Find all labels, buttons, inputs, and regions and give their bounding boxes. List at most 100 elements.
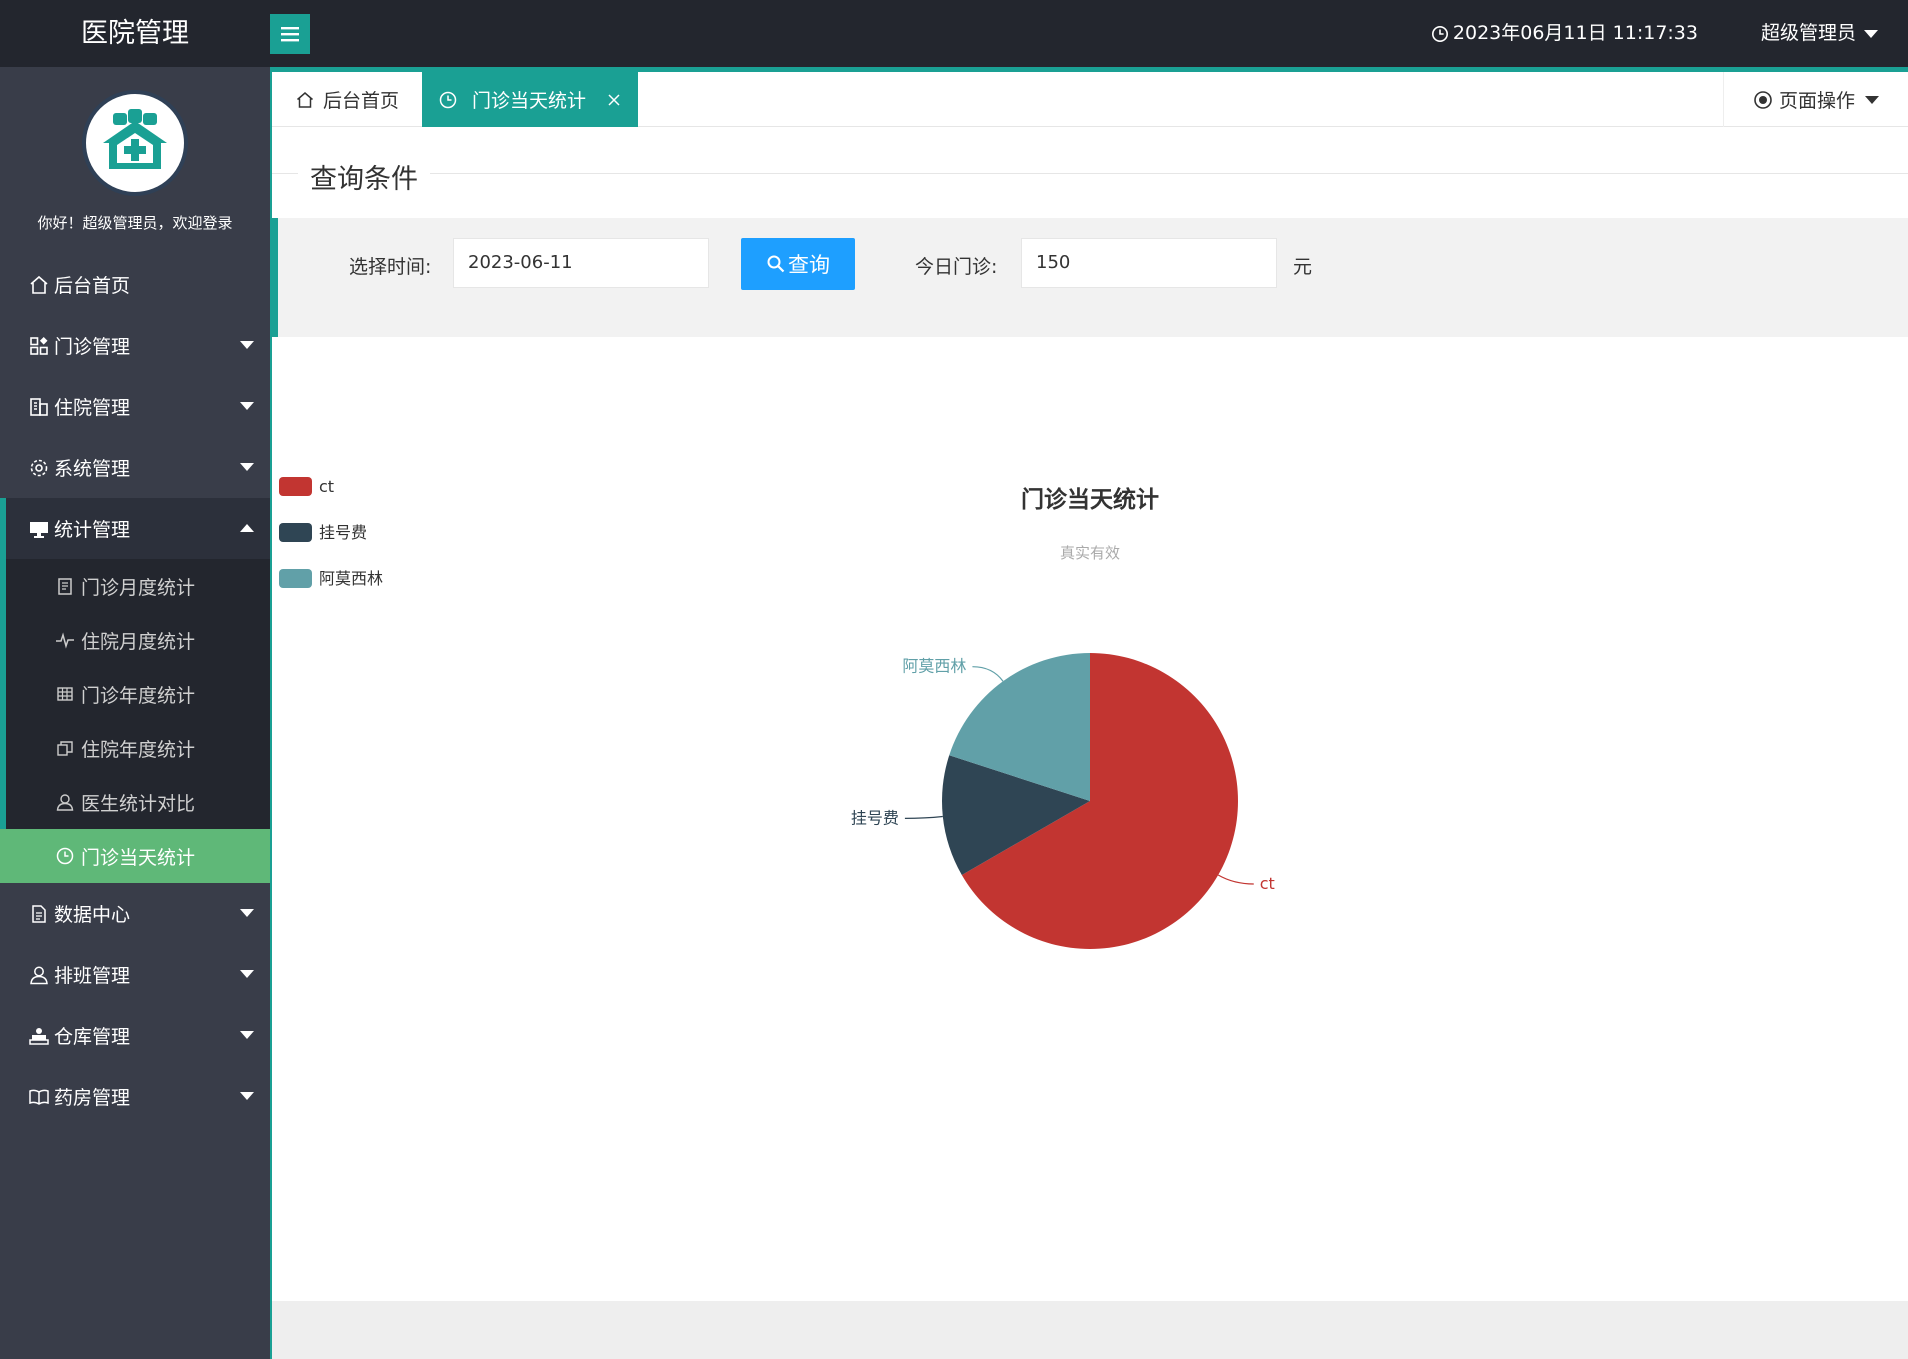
sidebar-subitem-label: 住院月度统计: [81, 630, 196, 653]
sidebar-subitem-label: 门诊当天统计: [81, 846, 196, 869]
sidebar-subitem-label: 门诊年度统计: [81, 684, 196, 707]
hospital-logo-icon: [97, 105, 173, 181]
chevron-down-icon: [1865, 95, 1879, 104]
search-button-label: 查询: [788, 253, 830, 277]
sidebar-item-system[interactable]: 系统管理: [0, 437, 270, 498]
chevron-down-icon: [240, 970, 254, 978]
sidebar-item-label: 数据中心: [54, 904, 131, 926]
book-icon: [28, 1086, 50, 1108]
sidebar-item-statistics[interactable]: 统计管理: [0, 498, 270, 559]
top-bar: 医院管理 2023年06月11日 11:17:33 超级管理员: [0, 0, 1908, 67]
datetime-display: 2023年06月11日 11:17:33: [1431, 0, 1698, 67]
legend-swatch: [279, 477, 312, 496]
chart-title: 门诊当天统计: [1021, 486, 1159, 513]
clock-icon: [438, 90, 458, 110]
sidebar-subitem-doctor-compare[interactable]: 医生统计对比: [6, 775, 270, 829]
warehouse-icon: [28, 1025, 50, 1047]
sidebar-item-scheduling[interactable]: 排班管理: [0, 944, 270, 1005]
datetime-text: 2023年06月11日 11:17:33: [1452, 22, 1698, 44]
sidebar-subitem-inpatient-monthly[interactable]: 住院月度统计: [6, 613, 270, 667]
user-icon: [28, 964, 50, 986]
chevron-down-icon: [240, 1031, 254, 1039]
sidebar-subitem-outpatient-monthly[interactable]: 门诊月度统计: [6, 559, 270, 613]
sidebar-subitem-inpatient-yearly[interactable]: 住院年度统计: [6, 721, 270, 775]
building-icon: [28, 396, 50, 418]
sidebar-item-label: 住院管理: [54, 397, 131, 419]
app-title[interactable]: 医院管理: [0, 0, 270, 67]
sidebar-subitem-label: 医生统计对比: [81, 792, 196, 815]
document-icon: [28, 903, 50, 925]
main-content: 查询条件 选择时间: 2023-06-11 查询 今日门诊: 150 元 门诊当…: [272, 127, 1908, 1301]
legend-swatch: [279, 569, 312, 588]
user-menu-label: 超级管理员: [1760, 22, 1856, 44]
page-operations-menu[interactable]: 页面操作: [1723, 72, 1908, 127]
legend-label: 阿莫西林: [319, 569, 383, 588]
sidebar-item-pharmacy[interactable]: 药房管理: [0, 1066, 270, 1127]
user-icon: [55, 792, 75, 812]
pie-label-line: [1217, 874, 1254, 885]
hamburger-icon: [281, 27, 299, 42]
legend-label: 挂号费: [319, 523, 367, 542]
tab-outpatient-today[interactable]: 门诊当天统计: [422, 72, 638, 127]
sidebar-subitem-label: 门诊月度统计: [81, 576, 196, 599]
today-label: 今日门诊:: [915, 256, 998, 278]
sidebar-item-label: 排班管理: [54, 965, 131, 987]
pie-chart: 门诊当天统计真实有效ct挂号费阿莫西林ct挂号费阿莫西林: [279, 477, 1275, 949]
chevron-down-icon: [240, 341, 254, 349]
search-button[interactable]: 查询: [741, 238, 855, 290]
sidebar-subitem-outpatient-yearly[interactable]: 门诊年度统计: [6, 667, 270, 721]
pulse-icon: [55, 630, 75, 650]
chevron-down-icon: [1864, 29, 1878, 38]
clock-icon: [1431, 25, 1448, 42]
menu-toggle-button[interactable]: [270, 14, 310, 54]
welcome-text: 你好！超级管理员，欢迎登录: [37, 214, 233, 232]
table-icon: [55, 684, 75, 704]
user-menu[interactable]: 超级管理员: [1761, 0, 1878, 67]
statistics-submenu: 门诊月度统计 住院月度统计 门诊年度统计 住院年度统计 医生统计对比 门诊当天统…: [0, 559, 270, 883]
fieldset-divider: [272, 173, 1908, 174]
legend-swatch: [279, 523, 312, 542]
avatar[interactable]: [82, 90, 188, 196]
tab-bar: 后台首页 门诊当天统计 页面操作: [272, 67, 1908, 127]
sidebar-item-label: 系统管理: [54, 458, 131, 480]
tab-home-label: 后台首页: [322, 90, 399, 112]
chevron-down-icon: [240, 909, 254, 917]
pie-label-line: [972, 666, 1004, 682]
sidebar-item-outpatient[interactable]: 门诊管理: [0, 315, 270, 376]
sidebar-item-label: 仓库管理: [54, 1026, 131, 1048]
sidebar-subitem-label: 住院年度统计: [81, 738, 196, 761]
pie-chart-container: 门诊当天统计 真实有效 ct 挂号费 阿莫西林 ct 挂号费 阿莫西林: [272, 337, 1908, 1301]
pie-label: 阿莫西林: [902, 657, 966, 676]
home-icon: [295, 90, 315, 110]
query-legend: 查询条件: [298, 157, 430, 196]
chart-subtitle: 真实有效: [1060, 544, 1120, 562]
page-operations-label: 页面操作: [1778, 90, 1855, 112]
tab-home[interactable]: 后台首页: [272, 72, 423, 127]
legend-label: ct: [319, 477, 334, 496]
sidebar-item-label: 后台首页: [54, 275, 131, 297]
sidebar-item-warehouse[interactable]: 仓库管理: [0, 1005, 270, 1066]
pie-label: 挂号费: [851, 808, 899, 827]
monitor-icon: [28, 518, 50, 540]
sidebar-item-label: 统计管理: [54, 519, 131, 541]
home-icon: [28, 274, 50, 296]
apps-icon: [28, 335, 50, 357]
unit-label: 元: [1293, 256, 1313, 278]
sidebar-item-label: 门诊管理: [54, 336, 131, 358]
sidebar-item-home[interactable]: 后台首页: [0, 254, 270, 315]
copy-icon: [55, 738, 75, 758]
sidebar-nav: 后台首页 门诊管理 住院管理 系统管理 统计管理 门诊月度统计 住院月度统计 门…: [0, 254, 270, 1127]
tab-current-label: 门诊当天统计: [471, 90, 586, 112]
clock-icon: [55, 846, 75, 866]
today-amount-input[interactable]: 150: [1021, 238, 1277, 288]
close-icon[interactable]: [606, 92, 622, 108]
date-input[interactable]: 2023-06-11: [453, 238, 709, 288]
chevron-up-icon: [240, 524, 254, 532]
sidebar-item-inpatient[interactable]: 住院管理: [0, 376, 270, 437]
clipboard-icon: [55, 576, 75, 596]
sidebar-subitem-outpatient-today[interactable]: 门诊当天统计: [0, 829, 270, 883]
search-icon: [767, 255, 785, 273]
sidebar-item-data-center[interactable]: 数据中心: [0, 883, 270, 944]
chevron-down-icon: [240, 1092, 254, 1100]
bottom-strip: [272, 1301, 1908, 1359]
